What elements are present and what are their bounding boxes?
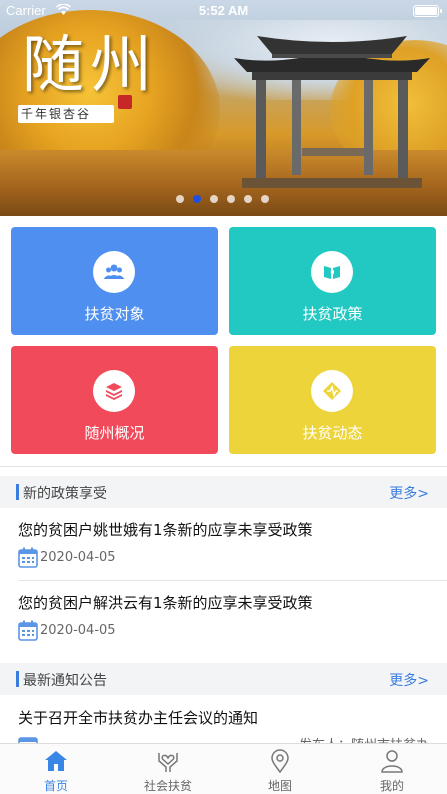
section-title: 新的政策享受	[23, 486, 107, 502]
bottom-tab-bar: 首页 社会扶贫 地图 我的	[0, 743, 447, 794]
list-item-date: 2020-04-05	[40, 623, 116, 638]
banner-title: 随州	[22, 28, 159, 101]
status-bar: Carrier 5:52 AM	[0, 0, 447, 22]
tile-poverty-targets[interactable]: 扶贫对象	[11, 227, 218, 335]
home-icon	[45, 751, 67, 771]
tab-profile[interactable]: 我的	[336, 744, 447, 794]
pavilion-illustration	[234, 36, 430, 188]
carousel-dot[interactable]	[210, 195, 218, 203]
activity-icon	[311, 370, 353, 412]
tile-suizhou-overview[interactable]: 随州概况	[11, 346, 218, 454]
tile-label: 扶贫动态	[302, 424, 363, 442]
tab-label: 首页	[43, 779, 68, 793]
banner-subtitle: 千年银杏谷	[21, 107, 92, 121]
banner-seal	[118, 95, 132, 109]
list-item-date: 2020-04-05	[40, 550, 116, 565]
list-item-title: 关于召开全市扶贫办主任会议的通知	[18, 709, 259, 727]
battery-icon	[413, 5, 442, 17]
notice-more-link[interactable]: 更多>	[389, 670, 429, 690]
section-accent-bar	[16, 484, 19, 500]
tile-label: 扶贫对象	[84, 305, 145, 323]
tab-social-aid[interactable]: 社会扶贫	[112, 744, 224, 794]
carousel-dot[interactable]	[176, 195, 184, 203]
banner-carousel[interactable]: 随州 千年银杏谷	[0, 0, 447, 216]
tile-label: 随州概况	[84, 424, 145, 442]
carousel-dot-active[interactable]	[193, 195, 201, 203]
people-icon	[93, 251, 135, 293]
book-icon	[311, 251, 353, 293]
list-separator	[18, 580, 447, 581]
policy-more-link[interactable]: 更多>	[389, 483, 429, 503]
calendar-icon	[18, 547, 38, 568]
location-pin-icon	[271, 749, 289, 773]
tile-poverty-news[interactable]: 扶贫动态	[229, 346, 436, 454]
tab-home[interactable]: 首页	[0, 744, 112, 794]
feature-grid: 扶贫对象 扶贫政策 随州概况 扶贫动态	[0, 216, 447, 466]
list-item-title: 您的贫困户姚世娥有1条新的应享未享受政策	[18, 521, 313, 539]
section-accent-bar	[16, 671, 19, 687]
tab-label: 社会扶贫	[143, 779, 192, 793]
calendar-icon	[18, 620, 38, 641]
tile-poverty-policy[interactable]: 扶贫政策	[229, 227, 436, 335]
carousel-indicator[interactable]	[176, 195, 269, 203]
policy-section-header: 新的政策享受 更多>	[0, 476, 447, 508]
user-icon	[381, 750, 403, 773]
carousel-dot[interactable]	[261, 195, 269, 203]
tab-label: 地图	[267, 779, 292, 793]
tab-label: 我的	[379, 779, 404, 793]
divider	[0, 466, 447, 467]
notice-section-header: 最新通知公告 更多>	[0, 663, 447, 695]
tile-label: 扶贫政策	[302, 305, 363, 323]
layers-icon	[93, 370, 135, 412]
carousel-dot[interactable]	[227, 195, 235, 203]
list-item-title: 您的贫困户解洪云有1条新的应享未享受政策	[18, 594, 313, 612]
hands-heart-icon	[158, 753, 178, 772]
status-time: 5:52 AM	[198, 3, 249, 18]
section-title: 最新通知公告	[23, 673, 107, 689]
tab-map[interactable]: 地图	[224, 744, 336, 794]
carousel-dot[interactable]	[244, 195, 252, 203]
